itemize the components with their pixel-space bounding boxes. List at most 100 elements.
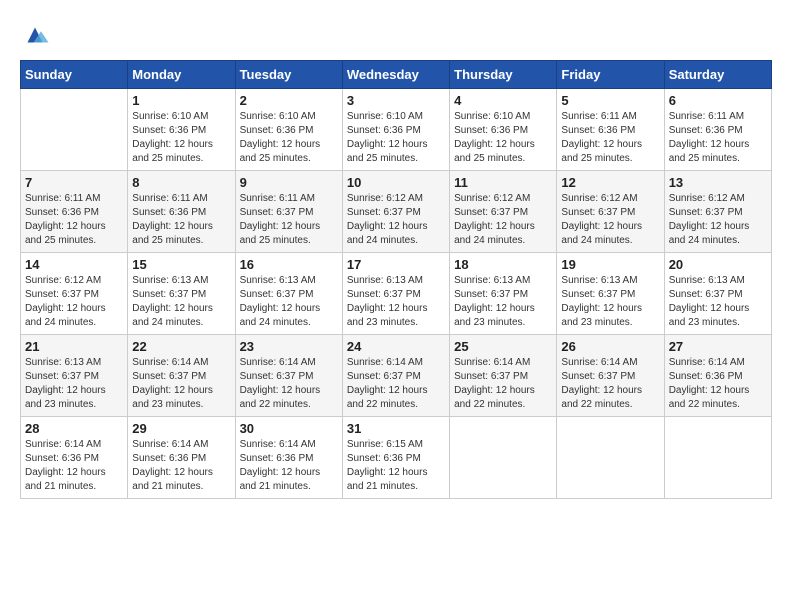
week-row-3: 21 Sunrise: 6:13 AM Sunset: 6:37 PM Dayli… [21, 335, 772, 417]
day-number: 18 [454, 257, 552, 272]
cell-info: Sunrise: 6:13 AM Sunset: 6:37 PM Dayligh… [669, 274, 767, 330]
calendar-cell: 25 Sunrise: 6:14 AM Sunset: 6:37 PM Dayli… [450, 335, 557, 417]
cell-info: Sunrise: 6:11 AM Sunset: 6:37 PM Dayligh… [240, 192, 338, 248]
calendar-cell: 15 Sunrise: 6:13 AM Sunset: 6:37 PM Dayli… [128, 253, 235, 335]
day-number: 15 [132, 257, 230, 272]
day-number: 26 [561, 339, 659, 354]
cell-info: Sunrise: 6:12 AM Sunset: 6:37 PM Dayligh… [454, 192, 552, 248]
calendar-cell: 27 Sunrise: 6:14 AM Sunset: 6:36 PM Dayli… [664, 335, 771, 417]
day-number: 29 [132, 421, 230, 436]
calendar-cell: 19 Sunrise: 6:13 AM Sunset: 6:37 PM Dayli… [557, 253, 664, 335]
header-row: SundayMondayTuesdayWednesdayThursdayFrid… [21, 61, 772, 89]
logo-icon [20, 20, 50, 50]
day-number: 3 [347, 93, 445, 108]
week-row-0: 1 Sunrise: 6:10 AM Sunset: 6:36 PM Daylig… [21, 89, 772, 171]
cell-info: Sunrise: 6:12 AM Sunset: 6:37 PM Dayligh… [561, 192, 659, 248]
day-number: 19 [561, 257, 659, 272]
day-number: 14 [25, 257, 123, 272]
cell-info: Sunrise: 6:14 AM Sunset: 6:37 PM Dayligh… [561, 356, 659, 412]
calendar-cell: 8 Sunrise: 6:11 AM Sunset: 6:36 PM Daylig… [128, 171, 235, 253]
calendar-cell: 1 Sunrise: 6:10 AM Sunset: 6:36 PM Daylig… [128, 89, 235, 171]
cell-info: Sunrise: 6:13 AM Sunset: 6:37 PM Dayligh… [347, 274, 445, 330]
cell-info: Sunrise: 6:14 AM Sunset: 6:37 PM Dayligh… [347, 356, 445, 412]
calendar-cell: 11 Sunrise: 6:12 AM Sunset: 6:37 PM Dayli… [450, 171, 557, 253]
day-number: 8 [132, 175, 230, 190]
cell-info: Sunrise: 6:14 AM Sunset: 6:37 PM Dayligh… [454, 356, 552, 412]
calendar-table: SundayMondayTuesdayWednesdayThursdayFrid… [20, 60, 772, 499]
calendar-cell: 6 Sunrise: 6:11 AM Sunset: 6:36 PM Daylig… [664, 89, 771, 171]
header-cell-saturday: Saturday [664, 61, 771, 89]
cell-info: Sunrise: 6:12 AM Sunset: 6:37 PM Dayligh… [669, 192, 767, 248]
calendar-cell: 30 Sunrise: 6:14 AM Sunset: 6:36 PM Dayli… [235, 417, 342, 499]
cell-info: Sunrise: 6:13 AM Sunset: 6:37 PM Dayligh… [561, 274, 659, 330]
cell-info: Sunrise: 6:13 AM Sunset: 6:37 PM Dayligh… [25, 356, 123, 412]
cell-info: Sunrise: 6:10 AM Sunset: 6:36 PM Dayligh… [132, 110, 230, 166]
day-number: 24 [347, 339, 445, 354]
calendar-cell: 16 Sunrise: 6:13 AM Sunset: 6:37 PM Dayli… [235, 253, 342, 335]
cell-info: Sunrise: 6:13 AM Sunset: 6:37 PM Dayligh… [132, 274, 230, 330]
cell-info: Sunrise: 6:11 AM Sunset: 6:36 PM Dayligh… [132, 192, 230, 248]
day-number: 1 [132, 93, 230, 108]
calendar-cell: 31 Sunrise: 6:15 AM Sunset: 6:36 PM Dayli… [342, 417, 449, 499]
day-number: 20 [669, 257, 767, 272]
week-row-2: 14 Sunrise: 6:12 AM Sunset: 6:37 PM Dayli… [21, 253, 772, 335]
day-number: 9 [240, 175, 338, 190]
day-number: 2 [240, 93, 338, 108]
calendar-cell [21, 89, 128, 171]
calendar-cell: 3Sunrise: 6:10 AM Sunset: 6:36 PM Daylig… [342, 89, 449, 171]
day-number: 30 [240, 421, 338, 436]
calendar-cell: 4 Sunrise: 6:10 AM Sunset: 6:36 PM Daylig… [450, 89, 557, 171]
cell-info: Sunrise: 6:11 AM Sunset: 6:36 PM Dayligh… [669, 110, 767, 166]
cell-info: Sunrise: 6:10 AM Sunset: 6:36 PM Dayligh… [454, 110, 552, 166]
calendar-cell: 13Sunrise: 6:12 AM Sunset: 6:37 PM Dayli… [664, 171, 771, 253]
day-number: 17 [347, 257, 445, 272]
cell-info: Sunrise: 6:14 AM Sunset: 6:37 PM Dayligh… [240, 356, 338, 412]
calendar-cell: 10 Sunrise: 6:12 AM Sunset: 6:37 PM Dayli… [342, 171, 449, 253]
calendar-cell: 20 Sunrise: 6:13 AM Sunset: 6:37 PM Dayli… [664, 253, 771, 335]
calendar-cell: 28Sunrise: 6:14 AM Sunset: 6:36 PM Dayli… [21, 417, 128, 499]
cell-info: Sunrise: 6:14 AM Sunset: 6:36 PM Dayligh… [669, 356, 767, 412]
day-number: 21 [25, 339, 123, 354]
header-cell-sunday: Sunday [21, 61, 128, 89]
calendar-cell: 23 Sunrise: 6:14 AM Sunset: 6:37 PM Dayli… [235, 335, 342, 417]
day-number: 10 [347, 175, 445, 190]
calendar-cell: 14 Sunrise: 6:12 AM Sunset: 6:37 PM Dayli… [21, 253, 128, 335]
calendar-cell [557, 417, 664, 499]
calendar-cell: 12 Sunrise: 6:12 AM Sunset: 6:37 PM Dayli… [557, 171, 664, 253]
day-number: 25 [454, 339, 552, 354]
calendar-cell [450, 417, 557, 499]
day-number: 11 [454, 175, 552, 190]
calendar-cell: 2 Sunrise: 6:10 AM Sunset: 6:36 PM Daylig… [235, 89, 342, 171]
cell-info: Sunrise: 6:12 AM Sunset: 6:37 PM Dayligh… [25, 274, 123, 330]
logo [20, 20, 54, 50]
day-number: 31 [347, 421, 445, 436]
cell-info: Sunrise: 6:14 AM Sunset: 6:36 PM Dayligh… [25, 438, 123, 494]
header-cell-friday: Friday [557, 61, 664, 89]
calendar-cell: 5Sunrise: 6:11 AM Sunset: 6:36 PM Daylig… [557, 89, 664, 171]
calendar-cell: 18Sunrise: 6:13 AM Sunset: 6:37 PM Dayli… [450, 253, 557, 335]
cell-info: Sunrise: 6:15 AM Sunset: 6:36 PM Dayligh… [347, 438, 445, 494]
header-cell-tuesday: Tuesday [235, 61, 342, 89]
cell-info: Sunrise: 6:11 AM Sunset: 6:36 PM Dayligh… [25, 192, 123, 248]
calendar-cell: 24 Sunrise: 6:14 AM Sunset: 6:37 PM Dayli… [342, 335, 449, 417]
day-number: 12 [561, 175, 659, 190]
header-cell-monday: Monday [128, 61, 235, 89]
header-cell-wednesday: Wednesday [342, 61, 449, 89]
day-number: 23 [240, 339, 338, 354]
day-number: 4 [454, 93, 552, 108]
day-number: 6 [669, 93, 767, 108]
cell-info: Sunrise: 6:14 AM Sunset: 6:36 PM Dayligh… [132, 438, 230, 494]
week-row-1: 7Sunrise: 6:11 AM Sunset: 6:36 PM Daylig… [21, 171, 772, 253]
calendar-cell: 22Sunrise: 6:14 AM Sunset: 6:37 PM Dayli… [128, 335, 235, 417]
calendar-cell: 21 Sunrise: 6:13 AM Sunset: 6:37 PM Dayli… [21, 335, 128, 417]
cell-info: Sunrise: 6:14 AM Sunset: 6:36 PM Dayligh… [240, 438, 338, 494]
week-row-4: 28Sunrise: 6:14 AM Sunset: 6:36 PM Dayli… [21, 417, 772, 499]
header-cell-thursday: Thursday [450, 61, 557, 89]
day-number: 27 [669, 339, 767, 354]
day-number: 16 [240, 257, 338, 272]
calendar-cell: 7Sunrise: 6:11 AM Sunset: 6:36 PM Daylig… [21, 171, 128, 253]
cell-info: Sunrise: 6:10 AM Sunset: 6:36 PM Dayligh… [240, 110, 338, 166]
day-number: 22 [132, 339, 230, 354]
cell-info: Sunrise: 6:12 AM Sunset: 6:37 PM Dayligh… [347, 192, 445, 248]
cell-info: Sunrise: 6:13 AM Sunset: 6:37 PM Dayligh… [240, 274, 338, 330]
